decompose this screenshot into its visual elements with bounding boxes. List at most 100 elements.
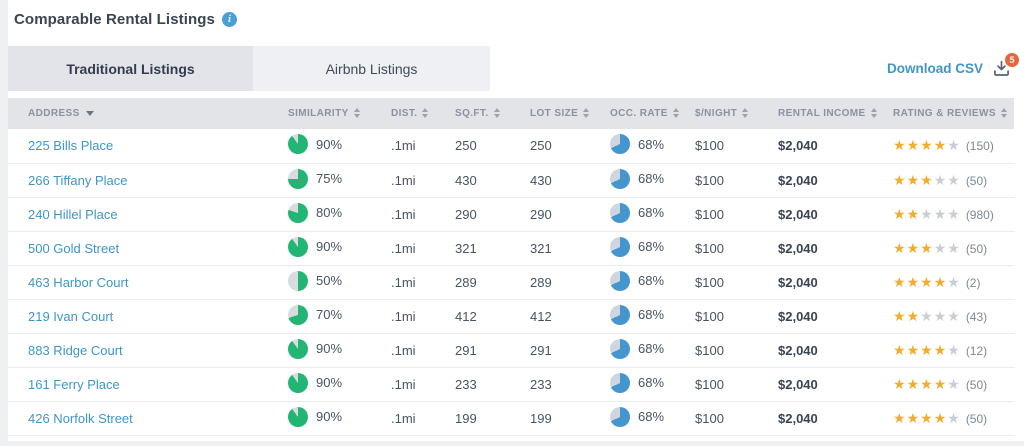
similarity-value: 90%: [316, 137, 342, 152]
star-icon: ★: [907, 342, 921, 358]
star-icon: ★: [934, 137, 948, 153]
occupancy-value: 68%: [638, 137, 664, 152]
similarity-value: 90%: [316, 341, 342, 356]
address-link[interactable]: 883 Ridge Court: [28, 343, 123, 358]
occupancy-pie-icon: [610, 271, 630, 291]
star-icon: ★: [947, 206, 961, 222]
occupancy-pie-icon: [610, 407, 630, 427]
review-count: (50): [966, 174, 987, 188]
review-count: (12): [966, 344, 987, 358]
column-header-occ_rate[interactable]: Occ. Rate: [610, 98, 695, 129]
info-icon[interactable]: i: [222, 12, 237, 27]
lot-size-value: 430: [530, 163, 610, 197]
table-row: 426 Norfolk Street90%.1mi19919968%$100$2…: [8, 401, 1014, 435]
occupancy-pie-icon: [610, 339, 630, 359]
similarity-cell: 90%: [288, 237, 342, 257]
star-icon: ★: [907, 410, 921, 426]
star-icon: ★: [920, 240, 934, 256]
star-icon: ★: [934, 206, 948, 222]
occupancy-cell: 68%: [610, 305, 664, 325]
star-icon: ★: [893, 240, 907, 256]
price-per-night-value: $100: [695, 367, 778, 401]
star-icon: ★: [947, 172, 961, 188]
lot-size-value: 291: [530, 333, 610, 367]
address-link[interactable]: 225 Bills Place: [28, 138, 113, 153]
star-icon: ★: [907, 172, 921, 188]
star-icon: ★: [920, 206, 934, 222]
sort-updown-icon: [422, 108, 428, 118]
occupancy-cell: 68%: [610, 203, 664, 223]
column-header-similarity[interactable]: Similarity: [288, 98, 391, 129]
table-row: 463 Harbor Court50%.1mi28928968%$100$2,0…: [8, 265, 1014, 299]
sqft-value: 412: [455, 299, 530, 333]
sqft-value: 291: [455, 333, 530, 367]
star-icon: ★: [907, 274, 921, 290]
table-row: 883 Ridge Court90%.1mi29129168%$100$2,04…: [8, 333, 1014, 367]
price-per-night-value: $100: [695, 129, 778, 163]
occupancy-value: 68%: [638, 375, 664, 390]
occupancy-cell: 68%: [610, 339, 664, 359]
star-icon: ★: [920, 137, 934, 153]
star-rating: ★★★★★: [893, 376, 961, 392]
occupancy-cell: 68%: [610, 134, 664, 154]
titlebar: Comparable Rental Listings i: [8, 0, 1024, 46]
column-header-sqft[interactable]: Sq.Ft.: [455, 98, 530, 129]
column-header-night[interactable]: $/Night: [695, 98, 778, 129]
sort-updown-icon: [354, 108, 360, 118]
column-label: Occ. Rate: [610, 108, 668, 119]
lot-size-value: 289: [530, 265, 610, 299]
tab-traditional-listings[interactable]: Traditional Listings: [8, 46, 253, 91]
similarity-pie-icon: [288, 373, 308, 393]
star-icon: ★: [947, 308, 961, 324]
price-per-night-value: $100: [695, 231, 778, 265]
occupancy-cell: 68%: [610, 407, 664, 427]
table-row: 219 Ivan Court70%.1mi41241268%$100$2,040…: [8, 299, 1014, 333]
address-link[interactable]: 266 Tiffany Place: [28, 173, 128, 188]
star-icon: ★: [907, 206, 921, 222]
address-link[interactable]: 463 Harbor Court: [28, 275, 128, 290]
star-rating: ★★★★★: [893, 137, 961, 153]
address-link[interactable]: 426 Norfolk Street: [28, 411, 133, 426]
price-per-night-value: $100: [695, 299, 778, 333]
column-label: Similarity: [288, 108, 349, 119]
star-icon: ★: [947, 410, 961, 426]
address-link[interactable]: 161 Ferry Place: [28, 377, 120, 392]
column-label: Sq.Ft.: [455, 108, 489, 119]
column-label: Lot Size: [530, 108, 578, 119]
similarity-value: 90%: [316, 239, 342, 254]
column-header-rental_income[interactable]: Rental Income: [778, 98, 893, 129]
similarity-cell: 90%: [288, 407, 342, 427]
sqft-value: 290: [455, 197, 530, 231]
address-link[interactable]: 500 Gold Street: [28, 241, 119, 256]
distance-value: .1mi: [391, 163, 455, 197]
star-icon: ★: [893, 274, 907, 290]
review-count: (980): [966, 208, 994, 222]
occupancy-cell: 68%: [610, 169, 664, 189]
column-header-lot_size[interactable]: Lot Size: [530, 98, 610, 129]
occupancy-pie-icon: [610, 169, 630, 189]
column-header-address[interactable]: Address: [8, 98, 288, 129]
star-icon: ★: [920, 376, 934, 392]
sort-updown-icon: [583, 108, 589, 118]
column-header-dist[interactable]: Dist.: [391, 98, 455, 129]
star-icon: ★: [947, 376, 961, 392]
sort-updown-icon: [1001, 108, 1007, 118]
address-link[interactable]: 240 Hillel Place: [28, 207, 118, 222]
address-link[interactable]: 219 Ivan Court: [28, 309, 113, 324]
download-csv-label: Download CSV: [887, 61, 983, 76]
tab-airbnb-listings[interactable]: Airbnb Listings: [253, 46, 490, 91]
download-csv-button[interactable]: Download CSV 5: [887, 46, 1010, 91]
table-row: 161 Ferry Place90%.1mi23323368%$100$2,04…: [8, 367, 1014, 401]
star-icon: ★: [920, 308, 934, 324]
column-header-rating[interactable]: Rating & Reviews: [893, 98, 1014, 129]
similarity-value: 90%: [316, 409, 342, 424]
star-icon: ★: [947, 274, 961, 290]
distance-value: .1mi: [391, 197, 455, 231]
review-count: (50): [966, 378, 987, 392]
star-icon: ★: [934, 308, 948, 324]
lot-size-value: 321: [530, 231, 610, 265]
similarity-cell: 90%: [288, 134, 342, 154]
page-title: Comparable Rental Listings: [14, 11, 215, 28]
similarity-value: 80%: [316, 205, 342, 220]
star-rating: ★★★★★: [893, 410, 961, 426]
